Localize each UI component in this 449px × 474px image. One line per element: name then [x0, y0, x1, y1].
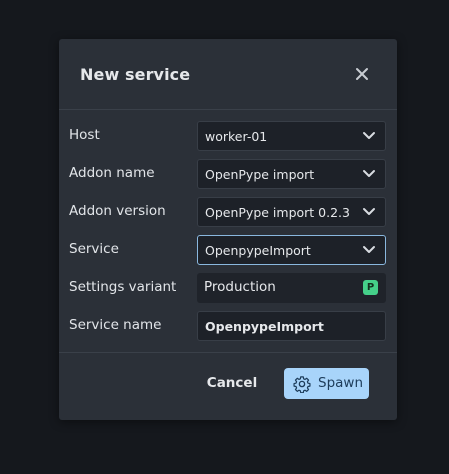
chevron-down-icon — [362, 130, 376, 142]
spawn-button[interactable]: Spawn — [284, 368, 369, 399]
addon-name-label: Addon name — [69, 165, 155, 181]
variant-badge: P — [363, 280, 378, 295]
host-label: Host — [69, 127, 100, 143]
service-name-label: Service name — [69, 317, 162, 333]
addon-name-select[interactable]: OpenPype import — [197, 159, 386, 189]
service-label: Service — [69, 241, 119, 257]
gear-icon — [293, 375, 311, 394]
addon-name-value: OpenPype import — [205, 167, 315, 182]
host-select[interactable]: worker-01 — [197, 121, 386, 151]
addon-version-value: OpenPype import 0.2.3 — [205, 205, 350, 220]
close-button[interactable] — [349, 61, 375, 87]
service-name-value: OpenpypeImport — [205, 319, 324, 334]
host-value: worker-01 — [205, 129, 268, 144]
addon-version-label: Addon version — [69, 203, 166, 219]
close-icon — [349, 61, 375, 87]
settings-variant-label: Settings variant — [69, 279, 177, 295]
dialog-title: New service — [80, 65, 191, 84]
settings-variant-select[interactable]: Production P — [197, 273, 386, 303]
chevron-down-icon — [362, 168, 376, 180]
cancel-button[interactable]: Cancel — [201, 368, 263, 398]
service-select[interactable]: OpenpypeImport — [197, 235, 386, 265]
service-name-input[interactable]: OpenpypeImport — [197, 311, 386, 341]
new-service-dialog: New service Host worker-01 Addon name Op… — [59, 39, 397, 420]
service-value: OpenpypeImport — [205, 243, 311, 258]
header-divider — [59, 109, 397, 110]
spawn-label: Spawn — [318, 375, 364, 391]
settings-variant-value: Production — [204, 279, 276, 295]
chevron-down-icon — [362, 244, 376, 256]
chevron-down-icon — [362, 206, 376, 218]
addon-version-select[interactable]: OpenPype import 0.2.3 — [197, 197, 386, 227]
footer-divider — [59, 352, 397, 353]
dialog-header: New service — [59, 39, 397, 109]
